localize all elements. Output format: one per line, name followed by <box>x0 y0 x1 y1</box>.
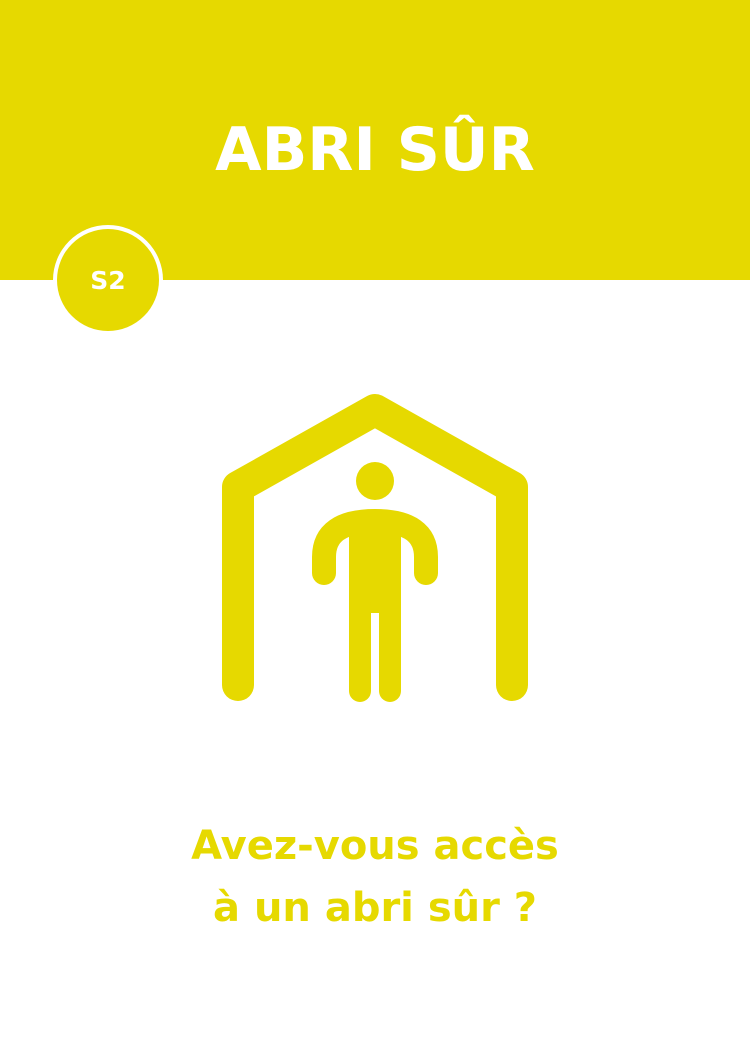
person-head <box>356 462 394 500</box>
person-in-house-icon <box>222 394 528 702</box>
card-code: S2 <box>90 265 126 295</box>
card: ABRI SÛR S2 Avez-vous accès à un abri sû… <box>0 0 750 1050</box>
question-text: Avez-vous accès à un abri sûr ? <box>0 815 750 939</box>
person-legs <box>349 594 401 702</box>
card-code-badge: S2 <box>57 229 159 331</box>
question-line-2: à un abri sûr ? <box>213 885 537 931</box>
card-title: ABRI SÛR <box>215 115 535 185</box>
question-line-1: Avez-vous accès <box>191 823 559 869</box>
